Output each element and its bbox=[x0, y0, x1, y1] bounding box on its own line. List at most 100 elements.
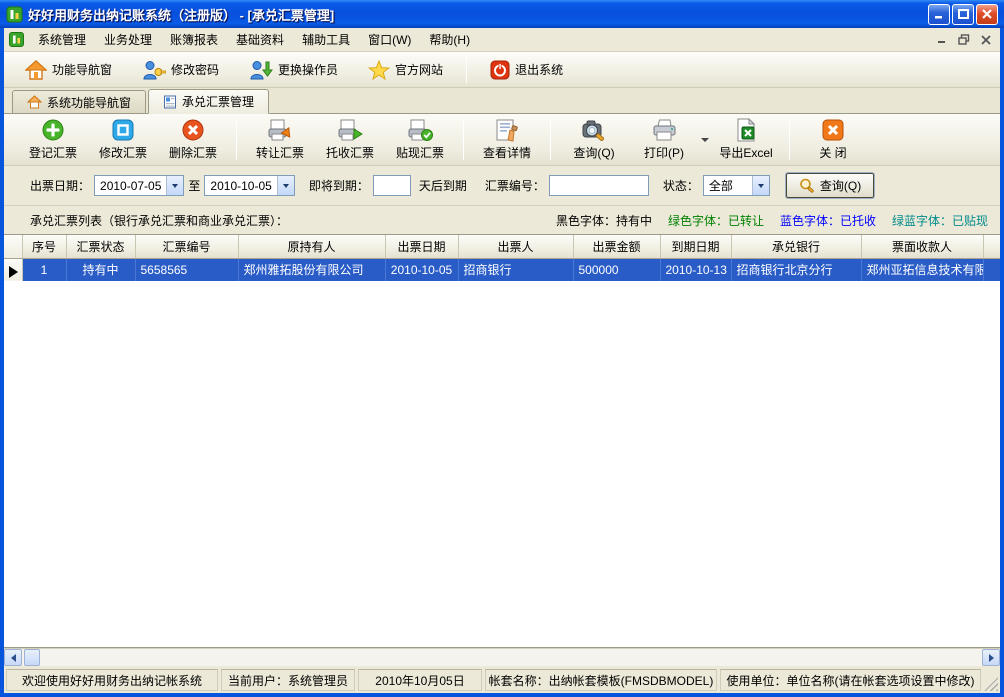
due-days-input[interactable] bbox=[373, 175, 411, 196]
mdi-restore-button[interactable] bbox=[954, 31, 974, 49]
horizontal-scrollbar[interactable] bbox=[4, 648, 1000, 666]
add-bill-icon bbox=[41, 118, 65, 142]
scrollbar-thumb[interactable] bbox=[24, 649, 40, 666]
edit-bill-button[interactable]: 修改汇票 bbox=[88, 116, 158, 164]
chevron-down-icon[interactable] bbox=[166, 176, 183, 195]
current-row-arrow-icon bbox=[9, 266, 18, 278]
titlebar: 好好用财务出纳记账系统（注册版） - [承兑汇票管理] bbox=[0, 0, 1004, 28]
switch-operator-button[interactable]: 更换操作员 bbox=[236, 55, 351, 85]
power-icon bbox=[490, 60, 510, 80]
toolbar-separator bbox=[789, 120, 790, 160]
cell-accepting-bank: 招商银行北京分行 bbox=[731, 258, 861, 281]
menu-help[interactable]: 帮助(H) bbox=[421, 28, 478, 51]
button-label: 更换操作员 bbox=[278, 61, 338, 78]
scrollbar-track[interactable] bbox=[40, 649, 982, 666]
bill-table: 序号 汇票状态 汇票编号 原持有人 出票日期 出票人 出票金额 到期日期 承兑银… bbox=[4, 234, 1000, 648]
chevron-down-icon[interactable] bbox=[277, 176, 294, 195]
scroll-left-button[interactable] bbox=[4, 649, 22, 666]
mdi-close-button[interactable] bbox=[976, 31, 996, 49]
col-due-date[interactable]: 到期日期 bbox=[660, 235, 731, 258]
combo-value: 2010-07-05 bbox=[95, 179, 166, 193]
query-button[interactable]: 查询(Q) bbox=[559, 116, 629, 164]
col-original-holder[interactable]: 原持有人 bbox=[238, 235, 385, 258]
toolbar-separator bbox=[550, 120, 551, 160]
chevron-down-icon[interactable] bbox=[752, 176, 769, 195]
menu-system-management[interactable]: 系统管理 bbox=[30, 28, 94, 51]
table-row[interactable]: 1 持有中 5658565 郑州雅拓股份有限公司 2010-10-05 招商银行… bbox=[4, 258, 1000, 281]
menu-ledger-reports[interactable]: 账簿报表 bbox=[162, 28, 226, 51]
minimize-button[interactable] bbox=[928, 4, 950, 25]
bill-number-input[interactable] bbox=[549, 175, 649, 196]
cell-seq: 1 bbox=[22, 258, 66, 281]
cell-filler bbox=[983, 258, 1000, 281]
scroll-right-button[interactable] bbox=[982, 649, 1000, 666]
collect-bill-button[interactable]: 托收汇票 bbox=[315, 116, 385, 164]
status-company: 使用单位：单位名称(请在帐套选项设置中修改) bbox=[720, 669, 981, 691]
toolbar-separator bbox=[466, 57, 467, 83]
menu-business-process[interactable]: 业务处理 bbox=[96, 28, 160, 51]
status-label: 状态： bbox=[663, 177, 699, 194]
maximize-button[interactable] bbox=[952, 4, 974, 25]
row-selector-header bbox=[4, 235, 22, 258]
print-dropdown-button[interactable] bbox=[699, 116, 711, 164]
button-label: 修改汇票 bbox=[99, 144, 147, 161]
register-bill-button[interactable]: 登记汇票 bbox=[18, 116, 88, 164]
view-detail-button[interactable]: 查看详情 bbox=[472, 116, 542, 164]
tab-system-nav[interactable]: 系统功能导航窗 bbox=[12, 90, 146, 113]
statusbar: 欢迎使用好好用财务出纳记帐系统 当前用户：系统管理员 2010年10月05日 帐… bbox=[4, 666, 1000, 693]
arrow-right-icon bbox=[989, 654, 994, 662]
edit-bill-icon bbox=[111, 118, 135, 142]
col-amount[interactable]: 出票金额 bbox=[573, 235, 660, 258]
official-website-button[interactable]: 官方网站 bbox=[355, 55, 456, 85]
col-accepting-bank[interactable]: 承兑银行 bbox=[731, 235, 861, 258]
button-label: 登记汇票 bbox=[29, 144, 77, 161]
export-excel-button[interactable]: 导出Excel bbox=[711, 116, 781, 164]
menu-aux-tools[interactable]: 辅助工具 bbox=[294, 28, 358, 51]
cell-issue-date: 2010-10-05 bbox=[385, 258, 458, 281]
legend-holding: 黑色字体：持有中 bbox=[556, 212, 652, 229]
cell-payee: 郑州亚拓信息技术有限公司 bbox=[861, 258, 983, 281]
menu-base-data[interactable]: 基础资料 bbox=[228, 28, 292, 51]
app-icon bbox=[6, 6, 23, 23]
filter-query-button[interactable]: 查询(Q) bbox=[786, 173, 874, 198]
button-label: 托收汇票 bbox=[326, 144, 374, 161]
filter-bar: 出票日期： 2010-07-05 至 2010-10-05 即将到期： 天后到期… bbox=[4, 166, 1000, 206]
nav-window-button[interactable]: 功能导航窗 bbox=[12, 55, 125, 85]
close-view-button[interactable]: 关 闭 bbox=[798, 116, 868, 164]
col-payee[interactable]: 票面收款人 bbox=[861, 235, 983, 258]
menu-window[interactable]: 窗口(W) bbox=[360, 28, 419, 51]
col-bill-number[interactable]: 汇票编号 bbox=[135, 235, 238, 258]
col-issuer[interactable]: 出票人 bbox=[458, 235, 573, 258]
user-key-icon bbox=[142, 60, 166, 80]
status-combo[interactable]: 全部 bbox=[703, 175, 770, 196]
discount-bill-button[interactable]: 贴现汇票 bbox=[385, 116, 455, 164]
legend-collected: 蓝色字体：已托收 bbox=[780, 212, 876, 229]
toolbar-separator bbox=[463, 120, 464, 160]
change-password-button[interactable]: 修改密码 bbox=[129, 55, 232, 85]
cell-bill-status: 持有中 bbox=[66, 258, 135, 281]
button-label: 退出系统 bbox=[515, 61, 563, 78]
col-seq[interactable]: 序号 bbox=[22, 235, 66, 258]
col-bill-status[interactable]: 汇票状态 bbox=[66, 235, 135, 258]
delete-bill-button[interactable]: 删除汇票 bbox=[158, 116, 228, 164]
issue-date-to-combo[interactable]: 2010-10-05 bbox=[204, 175, 294, 196]
transfer-bill-button[interactable]: 转让汇票 bbox=[245, 116, 315, 164]
button-label: 官方网站 bbox=[395, 61, 443, 78]
exit-system-button[interactable]: 退出系统 bbox=[477, 55, 576, 85]
issue-date-from-combo[interactable]: 2010-07-05 bbox=[94, 175, 184, 196]
bill-number-label: 汇票编号： bbox=[485, 177, 545, 194]
status-date: 2010年10月05日 bbox=[358, 669, 482, 691]
collect-bill-icon bbox=[337, 118, 363, 142]
document-small-icon bbox=[163, 95, 177, 109]
mdi-minimize-button[interactable] bbox=[932, 31, 952, 49]
print-button[interactable]: 打印(P) bbox=[629, 116, 699, 164]
resize-grip[interactable] bbox=[984, 677, 998, 691]
tab-bill-management[interactable]: 承兑汇票管理 bbox=[148, 89, 269, 114]
user-switch-icon bbox=[249, 60, 273, 80]
close-button[interactable] bbox=[976, 4, 998, 25]
combo-value: 2010-10-05 bbox=[205, 179, 276, 193]
col-issue-date[interactable]: 出票日期 bbox=[385, 235, 458, 258]
button-label: 查询(Q) bbox=[573, 144, 614, 161]
col-filler bbox=[983, 235, 1000, 258]
delete-bill-icon bbox=[181, 118, 205, 142]
